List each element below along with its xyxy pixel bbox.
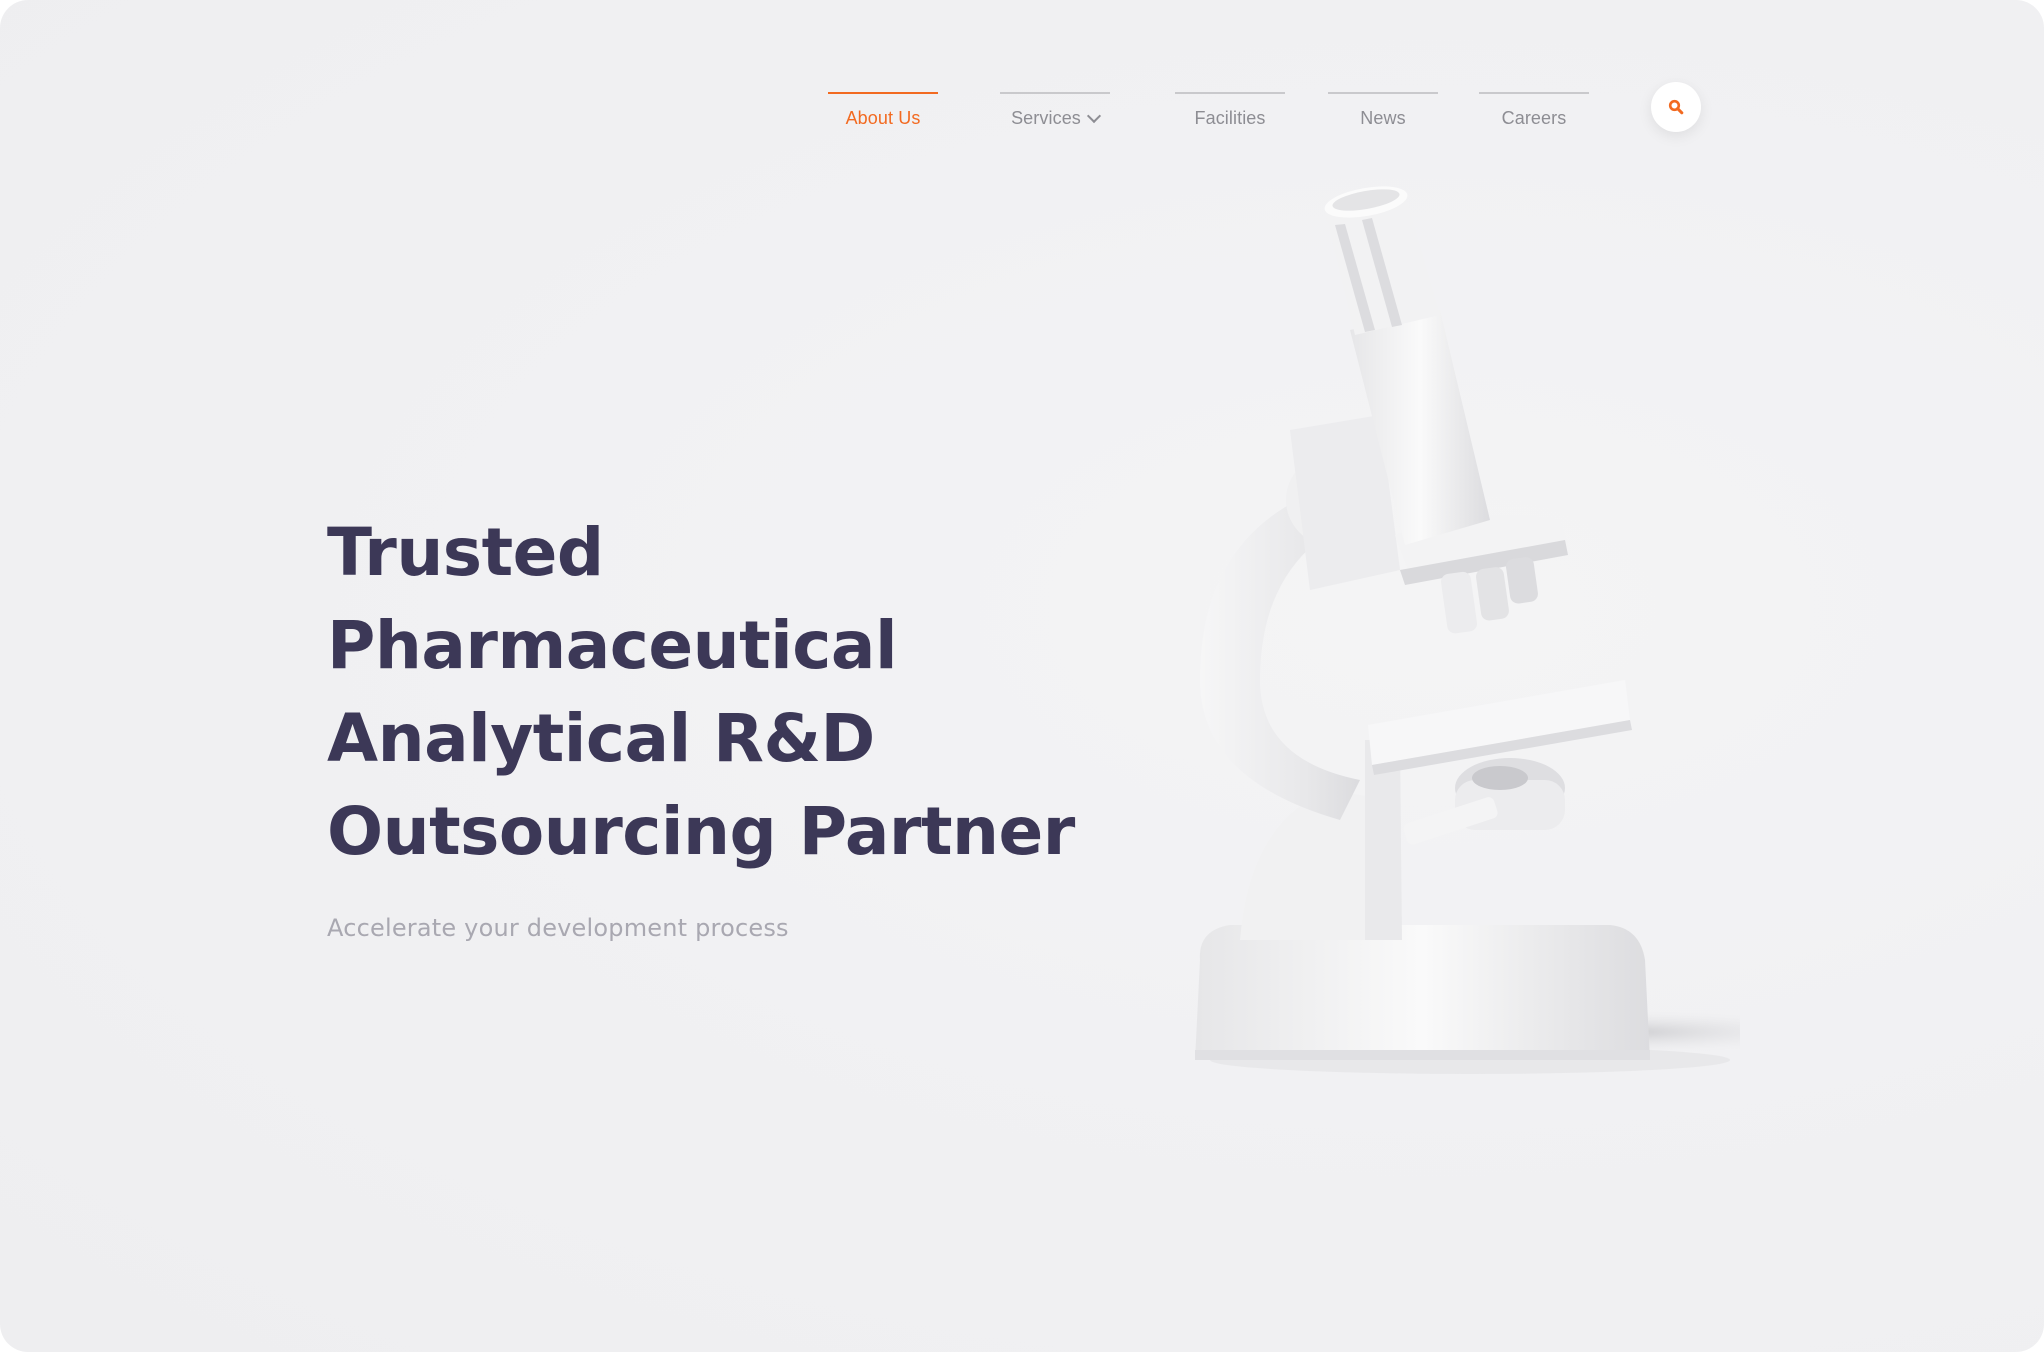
hero-title-line: Trusted [327, 514, 604, 591]
chevron-down-icon [1086, 108, 1101, 124]
nav-item-label: Services [1011, 108, 1081, 128]
nav-item-services[interactable]: Services [1000, 92, 1110, 138]
hero-title: Trusted Pharmaceutical Analytical R&D Ou… [327, 506, 1075, 878]
nav-item-about-us[interactable]: About Us [828, 92, 938, 138]
nav-item-facilities[interactable]: Facilities [1175, 92, 1285, 138]
nav-item-label: News [1360, 108, 1406, 128]
hero-title-line: Pharmaceutical [327, 607, 898, 684]
page: About Us Services Facilities News Career… [0, 0, 2044, 1352]
search-icon [1668, 99, 1684, 115]
hero-title-line: Outsourcing Partner [327, 793, 1075, 870]
nav-item-label: About Us [845, 108, 921, 128]
microscope-illustration [1195, 186, 1740, 1074]
nav-item-label: Careers [1501, 108, 1567, 128]
search-button[interactable] [1651, 82, 1701, 132]
nav-item-careers[interactable]: Careers [1479, 92, 1589, 138]
hero-title-line: Analytical R&D [327, 700, 875, 777]
hero-subtitle: Accelerate your development process [327, 914, 789, 942]
nav-item-label: Facilities [1194, 108, 1266, 128]
nav-item-news[interactable]: News [1328, 92, 1438, 138]
